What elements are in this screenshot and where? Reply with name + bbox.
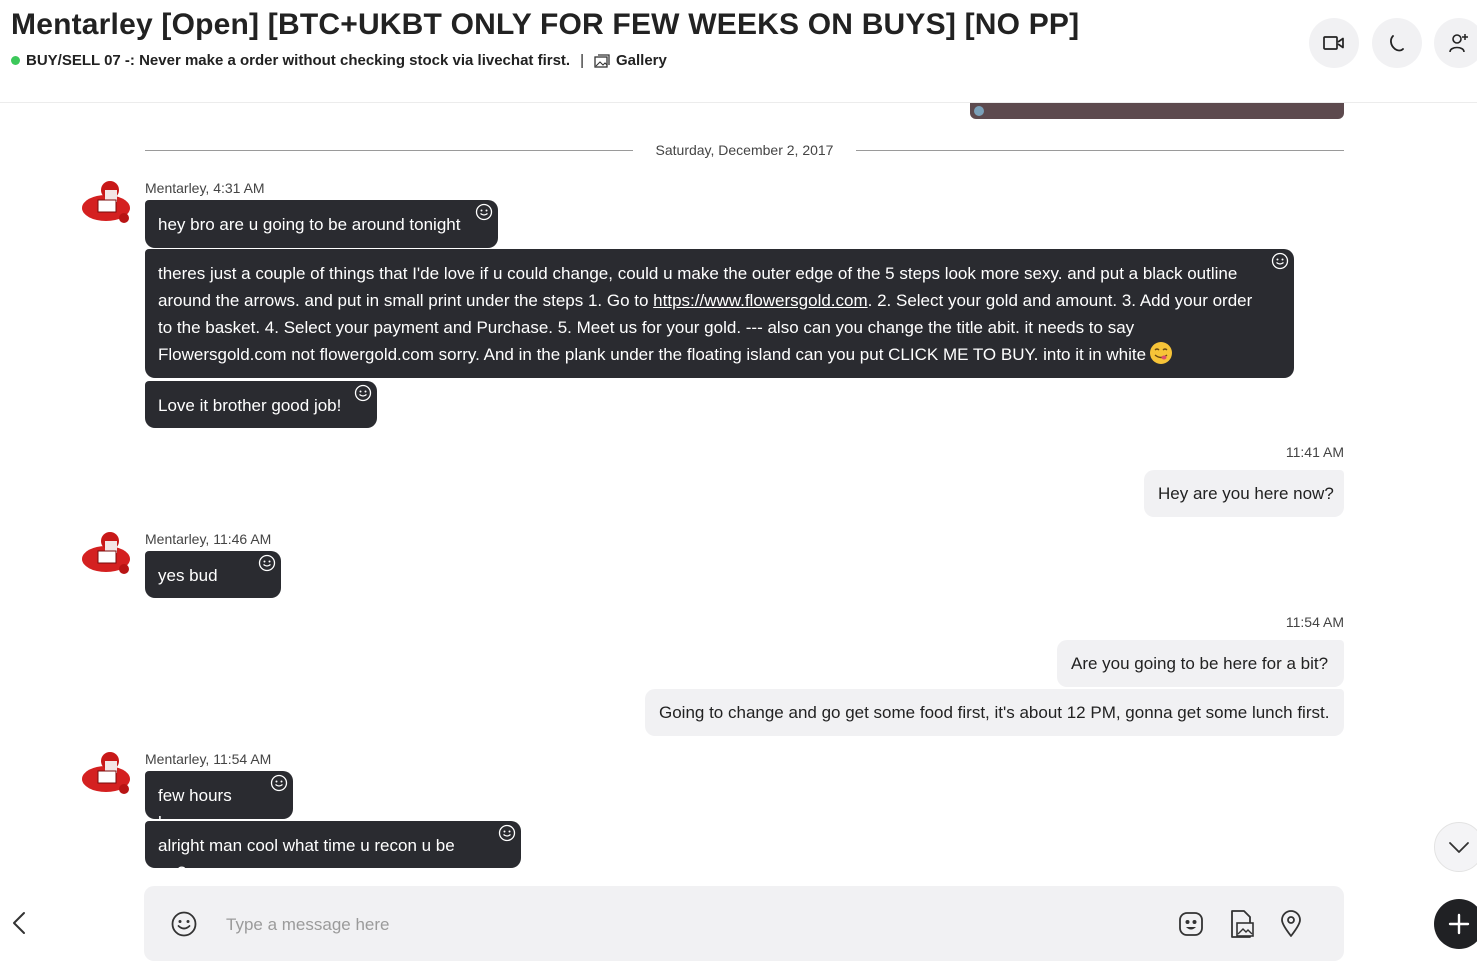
outgoing-message[interactable]: Going to change and go get some food fir… — [645, 689, 1344, 736]
avatar[interactable] — [80, 529, 132, 579]
emoji-button[interactable] — [168, 908, 200, 940]
audio-call-button[interactable] — [1372, 18, 1422, 68]
sender-timestamp: Mentarley, 11:46 AM — [145, 531, 272, 547]
more-actions-button[interactable] — [1434, 899, 1477, 949]
share-location-button[interactable] — [1275, 908, 1307, 940]
message-link[interactable]: https://www.flowersgold.com — [653, 291, 867, 310]
incoming-message[interactable]: yes bud — [145, 551, 281, 598]
outgoing-timestamp: 11:54 AM — [1285, 614, 1344, 630]
chat-subtitle: BUY/SELL 07 -: Never make a order withou… — [11, 52, 667, 69]
message-text: hey bro are u going to be around tonight — [158, 215, 461, 234]
chevron-down-icon — [1449, 842, 1469, 853]
message-text: Love it brother good job! — [158, 396, 342, 415]
gallery-icon[interactable] — [594, 53, 610, 68]
chat-title[interactable]: Mentarley [Open] [BTC+UKBT ONLY FOR FEW … — [11, 8, 1079, 42]
add-reaction-icon[interactable] — [1271, 252, 1289, 270]
incoming-message[interactable]: alright man cool what time u recon u be … — [145, 821, 521, 882]
avatar[interactable] — [80, 178, 132, 228]
message-text: Are you going to be here for a bit? — [1071, 654, 1329, 673]
online-status-dot — [11, 56, 20, 65]
smiley-icon — [171, 911, 197, 937]
status-message: BUY/SELL 07 -: Never make a order withou… — [26, 52, 571, 69]
add-reaction-icon[interactable] — [475, 203, 493, 221]
attach-media-button[interactable] — [1225, 908, 1257, 940]
message-text: Hey are you here now? — [1158, 484, 1334, 503]
video-call-button[interactable] — [1309, 18, 1359, 68]
gallery-link[interactable]: Gallery — [616, 52, 667, 69]
message-text: yes bud — [158, 566, 218, 585]
smiling-face-savoring-food-icon — [1150, 342, 1173, 364]
incoming-message[interactable]: theres just a couple of things that I'de… — [145, 249, 1294, 378]
sticker-button[interactable] — [1175, 908, 1207, 940]
add-people-button[interactable] — [1434, 18, 1477, 68]
add-reaction-icon[interactable] — [354, 384, 372, 402]
avatar[interactable] — [80, 749, 132, 799]
scroll-to-bottom-button[interactable] — [1434, 822, 1477, 872]
message-text: Going to change and go get some food fir… — [659, 703, 1330, 722]
add-person-icon — [1449, 34, 1468, 53]
outgoing-message[interactable]: Are you going to be here for a bit? — [1057, 640, 1344, 687]
date-label: Saturday, December 2, 2017 — [641, 142, 848, 158]
message-input[interactable] — [224, 909, 1128, 941]
incoming-message[interactable]: few hours bro — [145, 771, 293, 832]
message-text: alright man cool what time u recon u be … — [158, 836, 455, 882]
sender-timestamp: Mentarley, 4:31 AM — [145, 180, 265, 196]
chat-header: Mentarley [Open] [BTC+UKBT ONLY FOR FEW … — [0, 0, 1477, 103]
message-list[interactable]: Saturday, December 2, 2017 Mentarley, 4:… — [0, 103, 1477, 882]
incoming-message[interactable]: Love it brother good job! — [145, 381, 377, 428]
date-divider: Saturday, December 2, 2017 — [145, 141, 1344, 161]
add-reaction-icon[interactable] — [498, 824, 516, 842]
outgoing-message[interactable]: Hey are you here now? — [1144, 470, 1344, 517]
shared-image-thumbnail[interactable] — [970, 103, 1344, 119]
sender-timestamp: Mentarley, 11:54 AM — [145, 751, 272, 767]
sticker-icon — [1179, 912, 1203, 936]
subtitle-separator: | — [580, 52, 584, 69]
back-chevron-icon[interactable] — [8, 908, 32, 938]
outgoing-timestamp: 11:41 AM — [1285, 444, 1344, 460]
plus-icon — [1448, 913, 1470, 935]
message-composer — [144, 886, 1344, 961]
add-reaction-icon[interactable] — [258, 554, 276, 572]
message-text: theres just a couple of things that I'de… — [158, 264, 1253, 364]
video-camera-icon — [1323, 36, 1344, 50]
location-pin-icon — [1281, 910, 1301, 937]
phone-icon — [1390, 35, 1404, 52]
image-file-icon — [1231, 910, 1254, 938]
incoming-message[interactable]: hey bro are u going to be around tonight — [145, 200, 498, 248]
add-reaction-icon[interactable] — [270, 774, 288, 792]
